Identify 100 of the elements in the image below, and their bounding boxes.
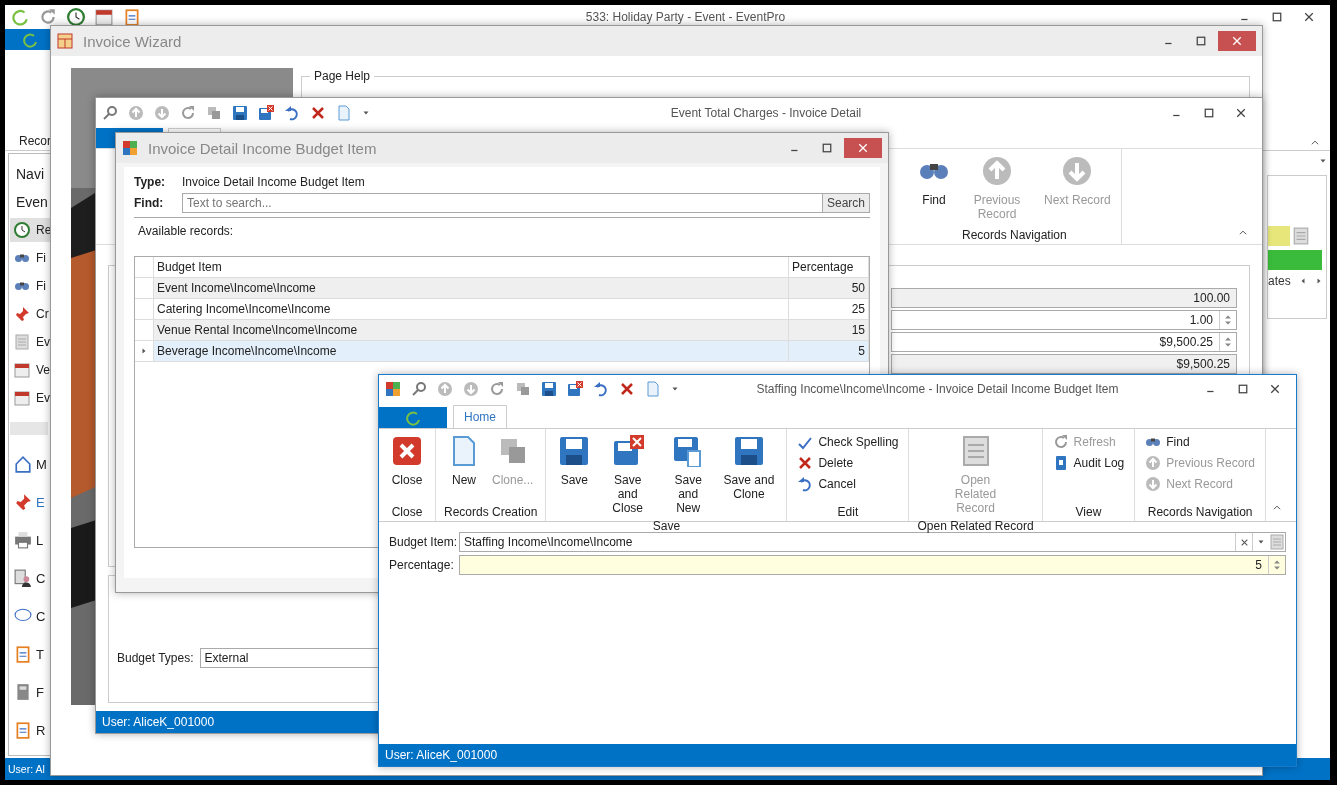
tab-label[interactable]: ates	[1268, 274, 1291, 288]
page-icon	[645, 381, 661, 397]
page-icon	[336, 105, 352, 121]
pushpin-icon	[14, 306, 30, 322]
module-item[interactable]: L	[10, 523, 50, 557]
number-field[interactable]: $9,500.25	[891, 332, 1237, 352]
delete-icon	[619, 381, 635, 397]
calendar-icon	[14, 390, 30, 406]
delete-icon	[310, 105, 326, 121]
close-icon	[1270, 384, 1280, 394]
nav-item[interactable]: Ev	[10, 386, 52, 410]
status-bar: User: AliceK_001000	[379, 744, 1296, 766]
window-title: Staffing Income\Income\Income - Invoice Detail Income Budget Item	[755, 382, 1120, 396]
nav-item[interactable]: Ev	[10, 330, 52, 354]
app-icon	[385, 381, 401, 397]
number-field[interactable]: 1.00	[891, 310, 1237, 330]
field-label: Find:	[134, 196, 165, 210]
dropdown-icon	[1257, 538, 1265, 546]
row-header-cell[interactable]	[135, 341, 154, 362]
clone-icon	[515, 381, 531, 397]
number-field[interactable]: 100.00	[891, 288, 1237, 308]
window-title: Invoice Wizard	[83, 32, 182, 50]
table-cell[interactable]: Venue Rental Income\Income\Income	[154, 320, 789, 341]
nav-item[interactable]: Fi	[10, 274, 52, 298]
nav-item[interactable]: Cr	[10, 302, 52, 326]
ribbon-button[interactable]: New	[444, 433, 484, 489]
nav-item[interactable]: Re	[10, 218, 52, 242]
input-field[interactable]: Staffing Income\Income\Income	[459, 532, 1286, 552]
logo-icon	[11, 8, 29, 26]
floppy-icon	[232, 105, 248, 121]
clear-icon	[1239, 537, 1249, 547]
module-item[interactable]: C	[10, 561, 50, 595]
ribbon-tab[interactable]: Home	[453, 405, 507, 428]
maximize-icon	[822, 143, 832, 153]
document-icon	[1269, 534, 1285, 550]
module-item[interactable]: C	[10, 599, 50, 633]
module-item[interactable]: E	[10, 485, 50, 519]
maximize-icon	[1196, 36, 1206, 46]
refresh-icon	[1052, 434, 1069, 450]
undo-icon	[797, 476, 814, 492]
module-item[interactable]: R	[10, 713, 50, 747]
ribbon-button[interactable]: Find	[914, 153, 954, 209]
spin-arrows-icon	[1271, 559, 1283, 571]
customize-toolbar-icon	[362, 109, 370, 117]
ribbon-group-label: Close	[391, 504, 423, 519]
ribbon-button[interactable]: Find	[1143, 433, 1257, 451]
clipboard-icon	[14, 721, 32, 739]
field-label: Budget Types:	[117, 650, 194, 665]
table-cell[interactable]: 15	[789, 320, 869, 341]
close-icon	[858, 143, 868, 153]
ribbon-button[interactable]: Check Spelling	[795, 433, 901, 451]
nav-item[interactable]: Ve	[10, 358, 52, 382]
floppy-icon	[541, 381, 557, 397]
module-item[interactable]: F	[10, 675, 50, 709]
nav-item[interactable]: Fi	[10, 246, 52, 270]
search-field[interactable]: Text to search...	[182, 193, 822, 213]
dropdown-icon	[1319, 157, 1327, 165]
floppy-icon	[558, 435, 591, 467]
ribbon-button[interactable]: Audit Log	[1050, 454, 1127, 472]
table-cell[interactable]: Beverage Income\Income\Income	[154, 341, 789, 362]
input-field[interactable]	[1268, 226, 1290, 246]
pushpin-icon	[14, 493, 32, 511]
ribbon-button[interactable]: Save and Close	[598, 433, 657, 517]
printer-icon	[14, 531, 32, 549]
ribbon-button[interactable]: Delete	[795, 454, 901, 472]
row-header-cell[interactable]	[135, 320, 154, 341]
ribbon-button[interactable]: Save and Clone	[719, 433, 779, 503]
up-arrow-icon	[437, 381, 453, 397]
table-cell[interactable]: 5	[789, 341, 869, 362]
search-button[interactable]: Search	[821, 193, 870, 213]
field-value: Invoice Detail Income Budget Item	[182, 175, 365, 189]
app-icon	[122, 140, 138, 156]
refresh-icon	[489, 381, 505, 397]
ribbon-button[interactable]: Save and New	[660, 433, 716, 517]
refresh-icon	[180, 105, 196, 121]
table-cell[interactable]: Event Income\Income\Income	[154, 278, 789, 299]
down-arrow-icon	[463, 381, 479, 397]
ribbon-button[interactable]: Cancel	[795, 475, 901, 493]
clone-icon	[206, 105, 222, 121]
person-document-icon	[14, 569, 32, 587]
input-field[interactable]: 5	[459, 555, 1286, 575]
table-cell[interactable]: 50	[789, 278, 869, 299]
document-icon	[1292, 227, 1310, 245]
collapse-ribbon-icon	[1238, 228, 1248, 238]
row-header-cell[interactable]	[135, 278, 154, 299]
close-icon	[1232, 36, 1242, 46]
row-header-cell[interactable]	[135, 299, 154, 320]
window-title: 533: Holiday Party - Event - EventPro	[584, 10, 787, 24]
file-tab[interactable]	[379, 407, 447, 428]
panel-title: Navi	[15, 165, 45, 184]
module-item[interactable]: T	[10, 637, 50, 671]
clock-icon	[14, 222, 30, 238]
ribbon-group-label: Save	[652, 518, 681, 533]
spin-arrows-icon	[1222, 336, 1234, 348]
collapse-ribbon-icon	[1272, 503, 1282, 513]
ribbon-button[interactable]: Save	[554, 433, 595, 489]
up-arrow-icon	[128, 105, 144, 121]
ribbon-button[interactable]: Close	[387, 433, 427, 489]
number-field[interactable]: $9,500.25	[891, 354, 1237, 374]
module-item[interactable]: M	[10, 447, 50, 481]
